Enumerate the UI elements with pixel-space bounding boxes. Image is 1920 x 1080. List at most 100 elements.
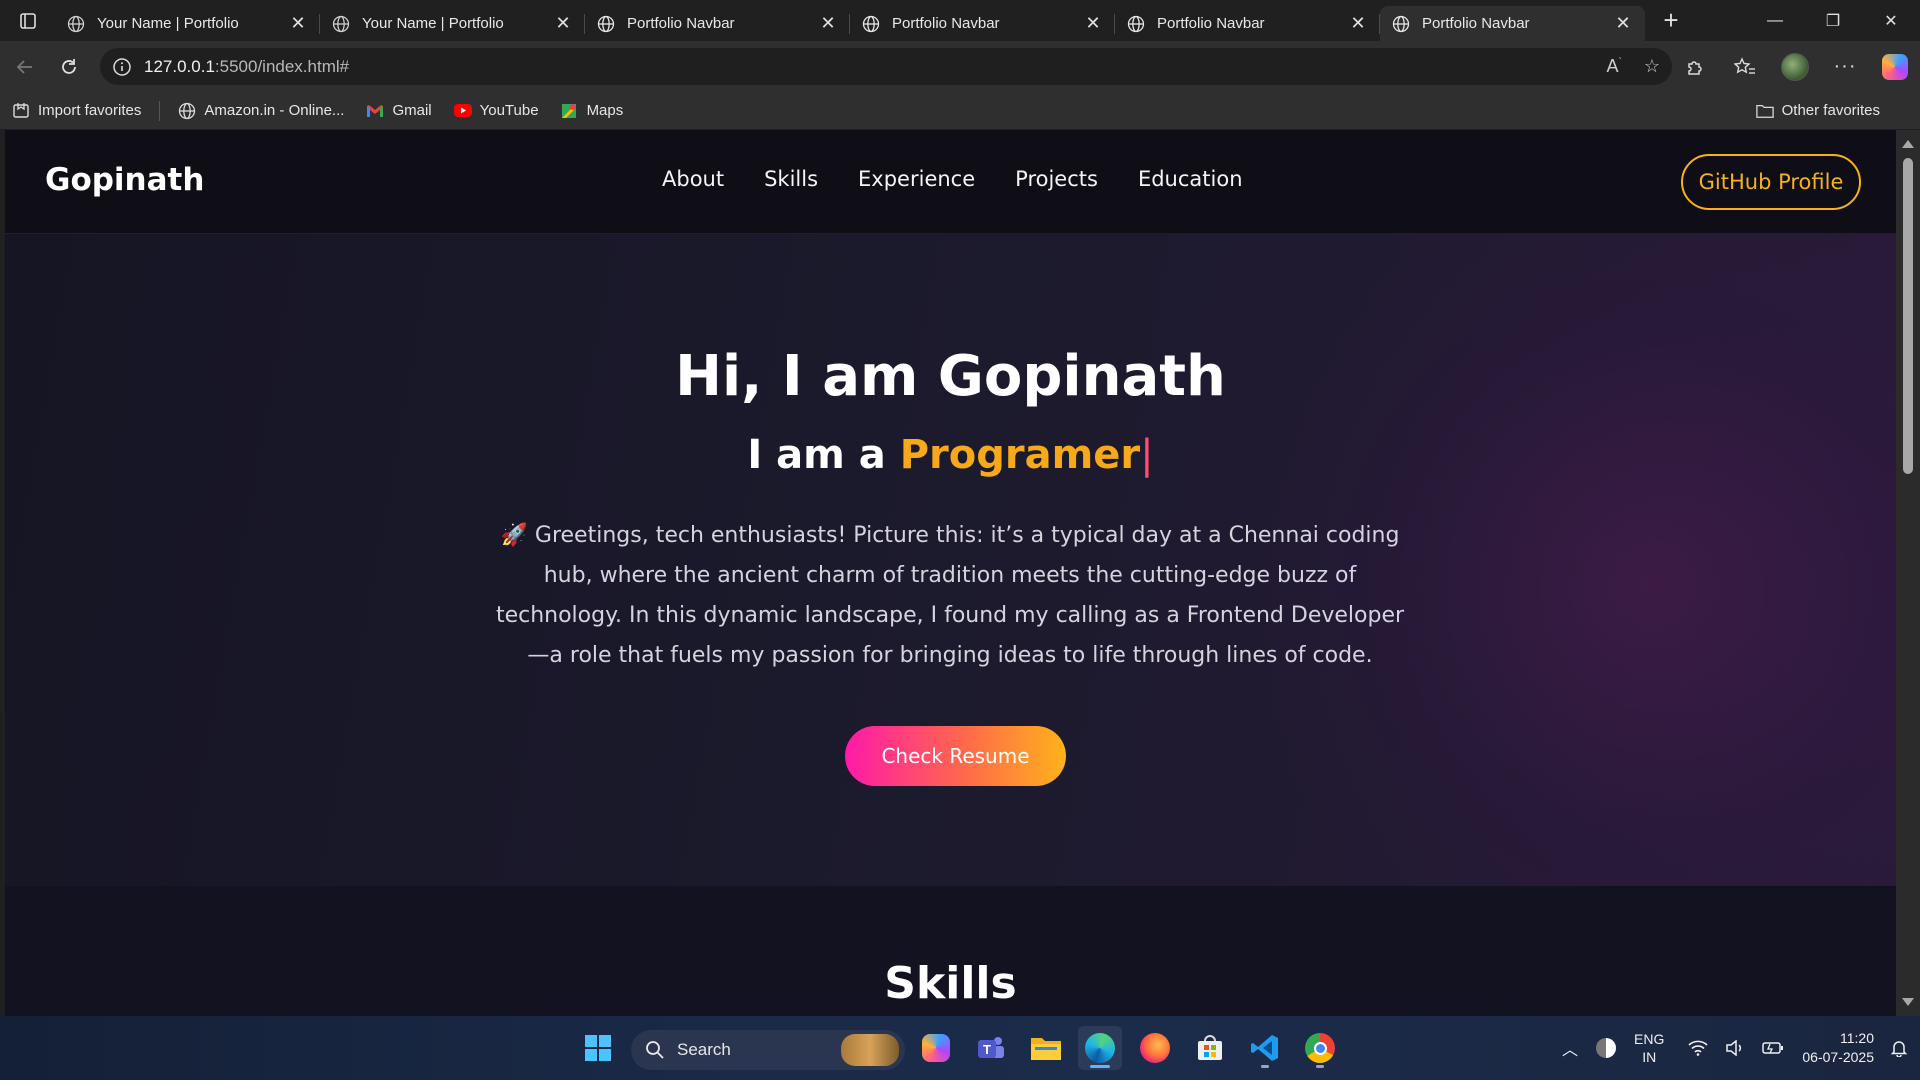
tab-title: Portfolio Navbar	[1157, 15, 1265, 32]
scrollbar-thumb[interactable]	[1903, 158, 1913, 474]
chrome-icon[interactable]	[1298, 1026, 1342, 1070]
browser-tab[interactable]: Portfolio Navbar ✕	[1115, 6, 1380, 41]
clock-date: 06-07-2025	[1802, 1049, 1874, 1065]
hero-intro: 🚀 Greetings, tech enthusiasts! Picture t…	[495, 523, 1405, 668]
extensions-button[interactable]	[1670, 47, 1720, 87]
globe-icon	[332, 15, 350, 32]
vscode-icon[interactable]	[1243, 1026, 1287, 1070]
restore-button[interactable]: ❐	[1804, 0, 1862, 41]
nav-link-skills[interactable]: Skills	[764, 167, 818, 191]
edge-taskbar-icon[interactable]	[1078, 1026, 1122, 1070]
scroll-up-icon[interactable]	[1902, 140, 1914, 148]
url-bar[interactable]: 127.0.0.1:5500/index.html# Aˋ ☆	[100, 48, 1672, 85]
address-toolbar: 127.0.0.1:5500/index.html# Aˋ ☆ ···	[0, 41, 1920, 92]
browser-tab-bar: Your Name | Portfolio ✕ Your Name | Port…	[0, 0, 1920, 41]
close-tab-icon[interactable]: ✕	[1083, 13, 1103, 34]
more-menu-button[interactable]: ···	[1820, 47, 1870, 87]
running-app-indicator	[1261, 1065, 1269, 1068]
tab-title: Portfolio Navbar	[892, 15, 1000, 32]
maps-icon	[561, 102, 579, 120]
favorite-gmail[interactable]: Gmail	[366, 102, 432, 120]
browser-tab[interactable]: Your Name | Portfolio ✕	[55, 6, 320, 41]
minimize-button[interactable]: —	[1746, 0, 1804, 41]
tab-actions-button[interactable]	[0, 0, 55, 41]
hero-subtitle-prefix: I am a	[747, 432, 900, 478]
taskbar-search[interactable]: Search	[631, 1030, 905, 1070]
firefox-icon[interactable]	[1133, 1026, 1177, 1070]
other-favorites[interactable]: Other favorites	[1755, 92, 1880, 129]
favorite-amazon[interactable]: Amazon.in - Online...	[178, 102, 344, 120]
back-button[interactable]	[3, 47, 47, 87]
favorite-label: YouTube	[479, 102, 539, 119]
site-logo[interactable]: Gopinath	[45, 162, 204, 198]
copilot-button[interactable]	[1870, 47, 1920, 87]
copilot-app-icon[interactable]	[914, 1026, 958, 1070]
close-tab-icon[interactable]: ✕	[288, 13, 308, 34]
tab-title: Your Name | Portfolio	[362, 15, 504, 32]
page-scrollbar[interactable]	[1896, 130, 1920, 1016]
store-icon[interactable]	[1188, 1026, 1232, 1070]
favorite-label: Amazon.in - Online...	[204, 102, 345, 119]
close-tab-icon[interactable]: ✕	[818, 13, 838, 34]
folder-icon	[1755, 102, 1774, 120]
battery-icon[interactable]	[1762, 1041, 1784, 1055]
skills-heading: Skills	[884, 958, 1017, 1009]
close-tab-icon[interactable]: ✕	[1613, 13, 1633, 34]
browser-tab[interactable]: Portfolio Navbar ✕	[850, 6, 1115, 41]
github-profile-button[interactable]: GitHub Profile	[1681, 154, 1861, 210]
teams-icon[interactable]: T	[969, 1026, 1013, 1070]
close-tab-icon[interactable]: ✕	[553, 13, 573, 34]
chevron-up-icon[interactable]: ︿	[1562, 1036, 1578, 1060]
language-indicator[interactable]: ENG IN	[1634, 1030, 1664, 1066]
nav-link-education[interactable]: Education	[1138, 167, 1243, 191]
favorite-star-icon[interactable]: ☆	[1644, 56, 1660, 77]
back-arrow-icon	[16, 59, 32, 74]
nav-link-projects[interactable]: Projects	[1015, 167, 1098, 191]
start-button[interactable]	[576, 1026, 620, 1070]
profile-button[interactable]	[1770, 47, 1820, 87]
notification-bell-icon[interactable]	[1890, 1039, 1908, 1057]
taskbar-clock[interactable]: 11:20 06-07-2025	[1802, 1029, 1874, 1067]
check-resume-button[interactable]: Check Resume	[845, 726, 1066, 786]
close-tab-icon[interactable]: ✕	[1348, 13, 1368, 34]
globe-icon	[597, 15, 615, 32]
typing-cursor: |	[1140, 432, 1154, 478]
region-code: IN	[1642, 1049, 1657, 1065]
favorite-import[interactable]: Import favorites	[12, 102, 141, 120]
read-aloud-icon[interactable]: Aˋ	[1607, 56, 1622, 77]
globe-icon	[178, 102, 196, 120]
favorites-button[interactable]	[1720, 47, 1770, 87]
new-tab-button[interactable]: +	[1651, 3, 1691, 38]
favorites-bar: Import favorites Amazon.in - Online... G…	[0, 92, 1920, 129]
browser-tab[interactable]: Portfolio Navbar ✕	[585, 6, 850, 41]
wifi-icon[interactable]	[1688, 1040, 1708, 1056]
refresh-icon	[62, 58, 76, 74]
clock-time: 11:20	[1840, 1030, 1874, 1046]
browser-tab[interactable]: Your Name | Portfolio ✕	[320, 6, 585, 41]
tab-actions-icon	[19, 12, 36, 29]
hero-title: Hi, I am Gopinath	[675, 344, 1226, 409]
close-window-button[interactable]: ✕	[1862, 0, 1920, 41]
windows-logo-icon	[585, 1035, 611, 1061]
url-host: 127.0.0.1	[144, 56, 215, 76]
favorite-label: Gmail	[392, 102, 432, 119]
nav-link-experience[interactable]: Experience	[858, 167, 975, 191]
import-icon	[12, 102, 30, 120]
search-placeholder: Search	[677, 1040, 731, 1059]
refresh-button[interactable]	[47, 47, 91, 87]
globe-icon	[1392, 15, 1410, 32]
onedrive-icon[interactable]	[1596, 1038, 1617, 1058]
favorite-youtube[interactable]: YouTube	[453, 102, 539, 120]
search-icon	[646, 1041, 664, 1059]
nav-link-about[interactable]: About	[662, 167, 724, 191]
volume-icon[interactable]	[1726, 1040, 1744, 1056]
site-navbar: Gopinath About Skills Experience Project…	[5, 130, 1896, 234]
site-info-icon[interactable]	[112, 57, 132, 77]
globe-icon	[862, 15, 880, 32]
favorite-maps[interactable]: Maps	[561, 102, 623, 120]
language-code: ENG	[1634, 1031, 1665, 1047]
file-explorer-icon[interactable]	[1024, 1026, 1068, 1070]
scroll-down-icon[interactable]	[1902, 998, 1914, 1006]
browser-tab-active[interactable]: Portfolio Navbar ✕	[1380, 6, 1645, 41]
favorites-list-icon	[1734, 56, 1755, 74]
